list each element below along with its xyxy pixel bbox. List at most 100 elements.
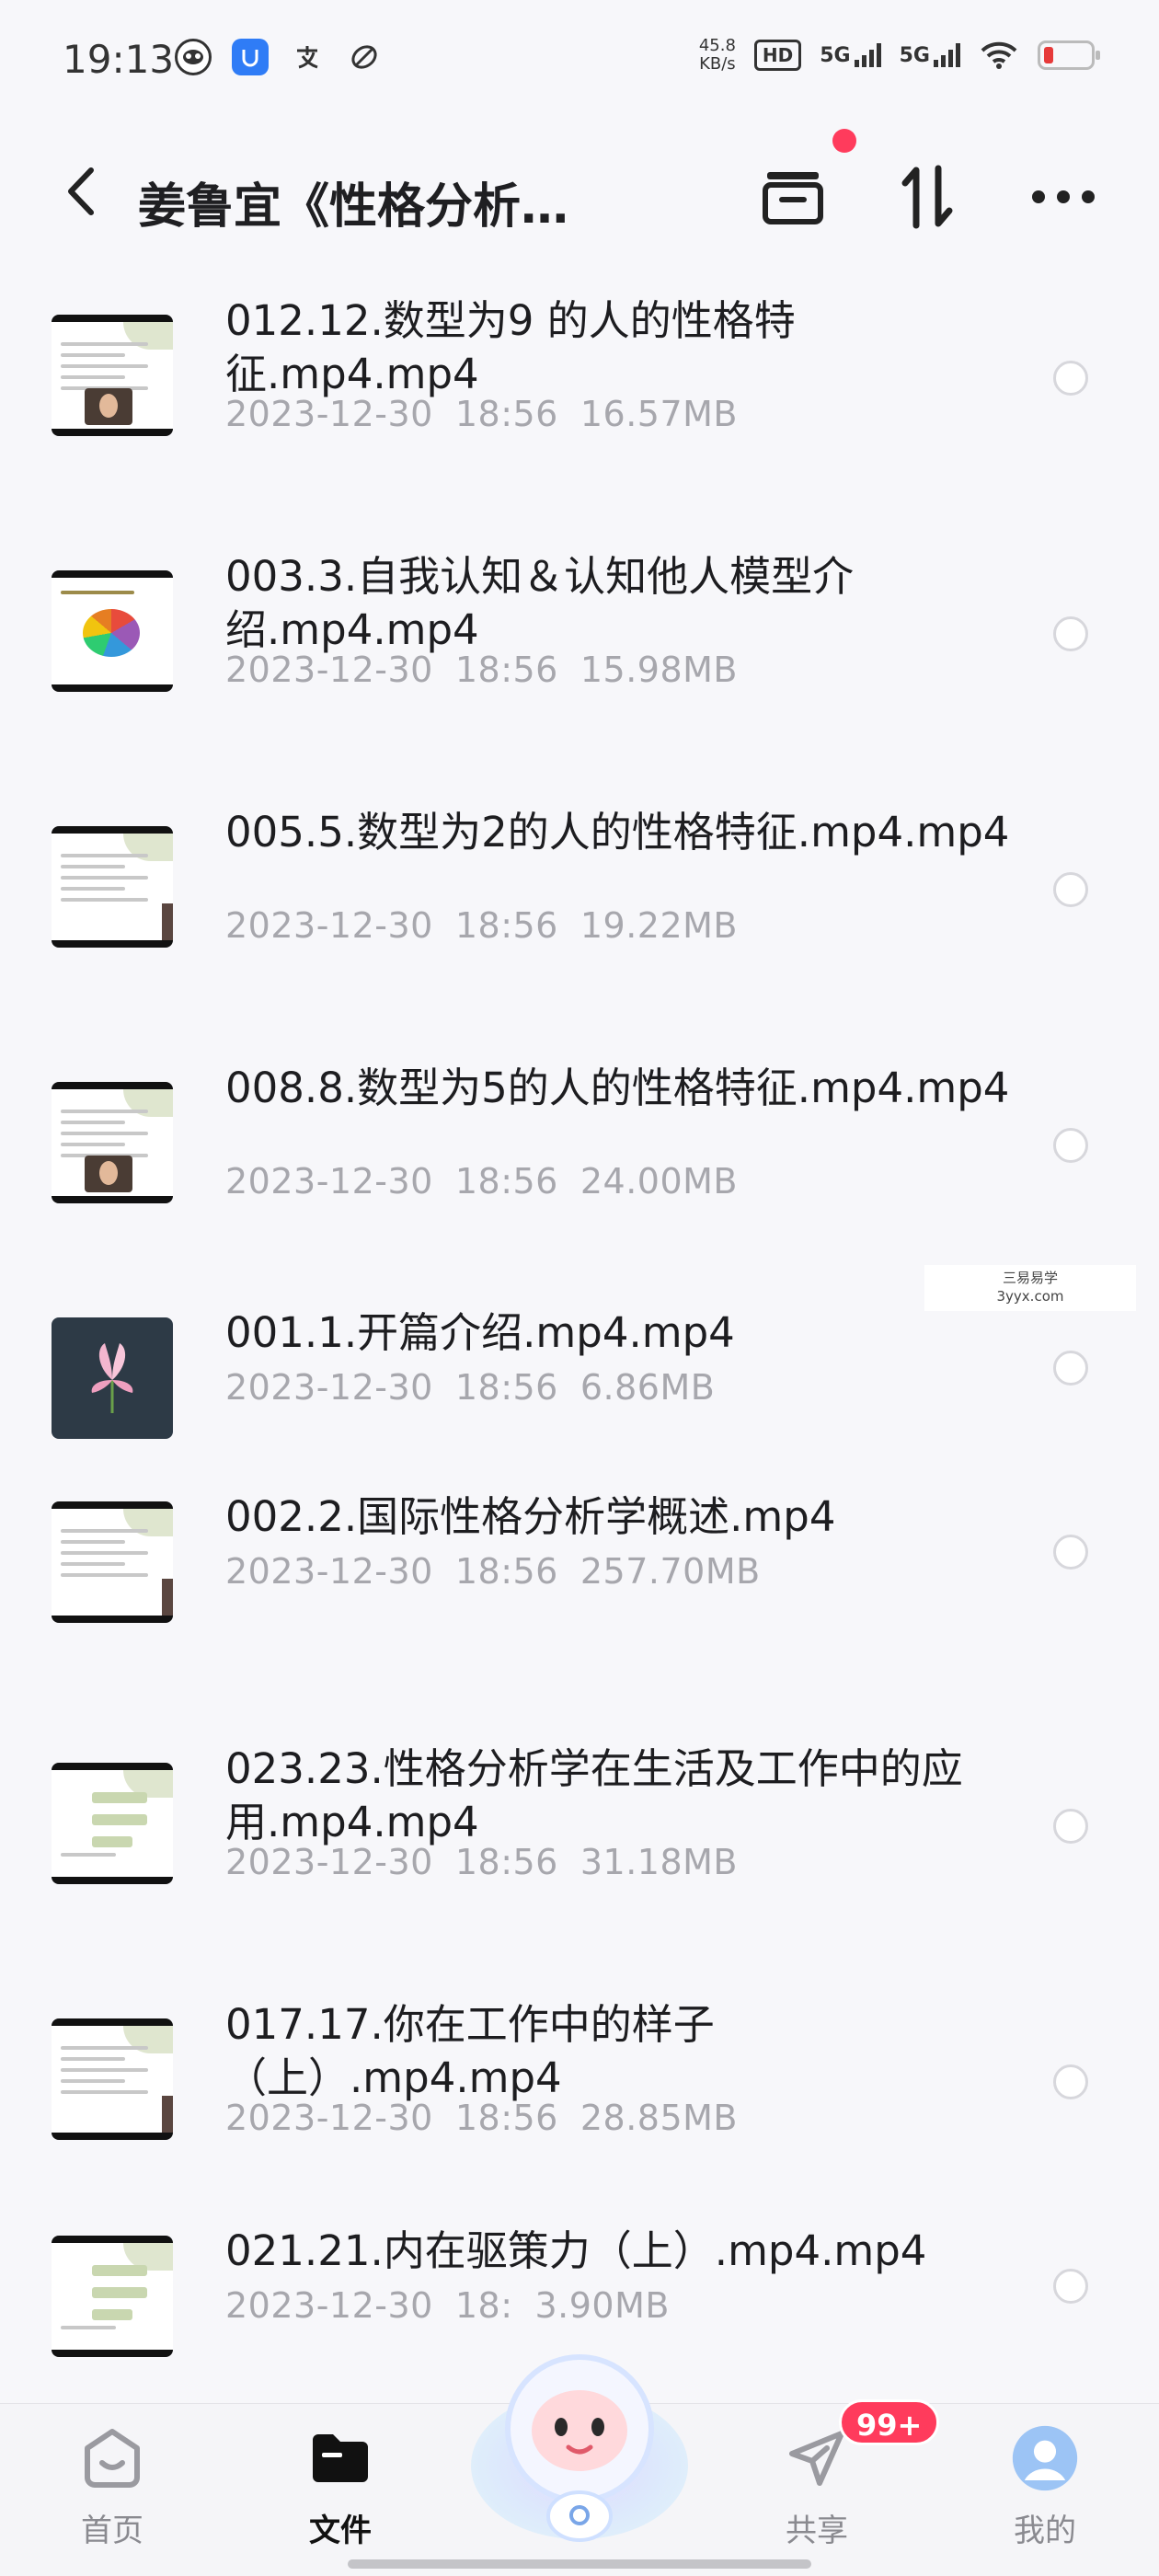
- tab-profile[interactable]: 我的: [971, 2424, 1119, 2550]
- transfer-list-button[interactable]: [756, 160, 830, 234]
- notification-dot: [832, 129, 856, 153]
- list-item[interactable]: 008.8.数型为5的人的性格特征.mp4.mp4 2023-12-30 18:56…: [0, 1043, 1159, 1299]
- file-meta: 2023-12-30 18:56 6.86MB: [225, 1367, 715, 1408]
- select-radio[interactable]: [1053, 361, 1088, 396]
- file-date: 2023-12-30: [225, 2285, 433, 2326]
- file-time: 18:56: [454, 2098, 558, 2138]
- signal-bars-icon: [854, 43, 881, 67]
- list-item[interactable]: 002.2.国际性格分析学概述.mp4 2023-12-30 18:56 257.70…: [0, 1483, 1159, 1739]
- more-options-button[interactable]: [1027, 160, 1100, 234]
- select-radio[interactable]: [1053, 1809, 1088, 1844]
- select-radio[interactable]: [1053, 2269, 1088, 2304]
- file-date: 2023-12-30: [225, 1161, 433, 1202]
- file-date: 2023-12-30: [225, 394, 433, 434]
- video-thumbnail: [52, 826, 173, 948]
- tab-files[interactable]: 文件: [267, 2424, 414, 2550]
- page-title: 姜鲁宜《性格分析…: [138, 179, 569, 235]
- folder-icon: [306, 2424, 374, 2492]
- status-time: 19:13: [63, 37, 175, 82]
- file-name: 021.21.内在驱策力（上）.mp4.mp4: [225, 2226, 927, 2275]
- file-size: 16.57MB: [580, 394, 739, 434]
- file-time: 18:56: [454, 1367, 558, 1408]
- watermark-line1: 三易易学: [1002, 1270, 1058, 1286]
- video-thumbnail: [52, 2236, 173, 2357]
- home-icon: [78, 2424, 146, 2492]
- file-name: 012.12.数型为9 的人的性格特征.mp4.mp4: [225, 296, 796, 398]
- file-date: 2023-12-30: [225, 2098, 433, 2138]
- select-radio[interactable]: [1053, 1535, 1088, 1570]
- video-thumbnail: [52, 570, 173, 692]
- hd-badge: HD: [753, 40, 802, 71]
- status-bar: 19:13 45.8 KB/s HD 5G 5G: [0, 0, 1159, 120]
- home-indicator: [348, 2559, 811, 2569]
- select-radio[interactable]: [1053, 1351, 1088, 1386]
- video-thumbnail: [52, 1317, 173, 1439]
- more-horizontal-icon: [1032, 190, 1095, 203]
- file-date: 2023-12-30: [225, 1842, 433, 1882]
- select-radio[interactable]: [1053, 872, 1088, 907]
- chevron-left-icon: [68, 167, 94, 215]
- file-meta: 2023-12-30 18:56 16.57MB: [225, 394, 738, 434]
- file-date: 2023-12-30: [225, 1551, 433, 1592]
- tab-home-label: 首页: [81, 2513, 143, 2549]
- signal-1: 5G: [820, 43, 881, 67]
- video-thumbnail: [52, 315, 173, 436]
- list-item[interactable]: 003.3.自我认知＆认知他人模型介绍.mp4.mp4 2023-12-30 18:…: [0, 532, 1159, 788]
- share-badge: 99+: [839, 2399, 940, 2445]
- file-meta: 2023-12-30 18:56 24.00MB: [225, 1161, 738, 1202]
- speed-value: 45.8: [698, 36, 736, 55]
- tab-profile-label: 我的: [1014, 2513, 1076, 2549]
- select-radio[interactable]: [1053, 2064, 1088, 2099]
- file-time: 18:56: [454, 905, 558, 946]
- network-speed: 45.8 KB/s: [699, 37, 736, 74]
- file-size: 28.85MB: [580, 2098, 739, 2138]
- sort-icon: [901, 165, 953, 229]
- speed-unit: KB/s: [699, 54, 736, 74]
- file-time: 18:56: [454, 1161, 558, 1202]
- file-size: 24.00MB: [580, 1161, 739, 1202]
- file-date: 2023-12-30: [225, 1367, 433, 1408]
- file-size: 15.98MB: [580, 650, 739, 690]
- file-size: 6.86MB: [580, 1367, 716, 1408]
- file-meta: 2023-12-30 18:56 31.18MB: [225, 1842, 738, 1882]
- assistant-mascot-button[interactable]: [460, 2318, 699, 2548]
- status-indicators: 45.8 KB/s HD 5G 5G: [699, 37, 1100, 74]
- file-name: 001.1.开篇介绍.mp4.mp4: [225, 1308, 735, 1357]
- file-date: 2023-12-30: [225, 905, 433, 946]
- notification-icons: [175, 39, 383, 75]
- watermark: 三易易学 3yyx.com: [924, 1265, 1136, 1311]
- back-button[interactable]: [53, 164, 109, 219]
- inbox-icon: [763, 172, 823, 224]
- network-type-1: 5G: [820, 44, 851, 67]
- tab-home[interactable]: 首页: [39, 2424, 186, 2550]
- file-size: 257.70MB: [580, 1551, 761, 1592]
- mascot-icon: [471, 2354, 688, 2542]
- file-meta: 2023-12-30 18:56 15.98MB: [225, 650, 738, 690]
- list-item[interactable]: 017.17.你在工作中的样子（上）.mp4.mp4 2023-12-30 18:5…: [0, 1980, 1159, 2236]
- file-size: 31.18MB: [580, 1842, 739, 1882]
- file-time: 18:56: [454, 650, 558, 690]
- file-name: 005.5.数型为2的人的性格特征.mp4.mp4: [225, 808, 1010, 857]
- file-name: 008.8.数型为5的人的性格特征.mp4.mp4: [225, 1064, 1010, 1112]
- alipay-icon: [289, 39, 326, 75]
- select-radio[interactable]: [1053, 1128, 1088, 1163]
- file-meta: 2023-12-30 18:56 19.22MB: [225, 905, 738, 946]
- select-radio[interactable]: [1053, 616, 1088, 651]
- signal-bars-icon: [934, 43, 960, 67]
- file-time: 18:56: [454, 1551, 558, 1592]
- file-size: 19.22MB: [580, 905, 739, 946]
- file-time: 18:56: [454, 394, 558, 434]
- file-time: 18:56: [454, 1842, 558, 1882]
- file-name: 017.17.你在工作中的样子（上）.mp4.mp4: [225, 2000, 715, 2102]
- file-date: 2023-12-30: [225, 650, 433, 690]
- file-meta: 2023-12-30 18:56 28.85MB: [225, 2098, 738, 2138]
- video-thumbnail: [52, 1082, 173, 1203]
- list-item[interactable]: 023.23.性格分析学在生活及工作中的应用.mp4.mp4 2023-12-30…: [0, 1724, 1159, 1980]
- file-name: 023.23.性格分析学在生活及工作中的应用.mp4.mp4: [225, 1744, 963, 1846]
- list-item[interactable]: 005.5.数型为2的人的性格特征.mp4.mp4 2023-12-30 18:56…: [0, 788, 1159, 1043]
- list-item[interactable]: 012.12.数型为9 的人的性格特征.mp4.mp4 2023-12-30 18:…: [0, 276, 1159, 532]
- watermark-line2: 3yyx.com: [996, 1288, 1064, 1305]
- sort-button[interactable]: [890, 160, 964, 234]
- battery-icon: [1038, 40, 1100, 70]
- profile-icon: [1011, 2424, 1079, 2492]
